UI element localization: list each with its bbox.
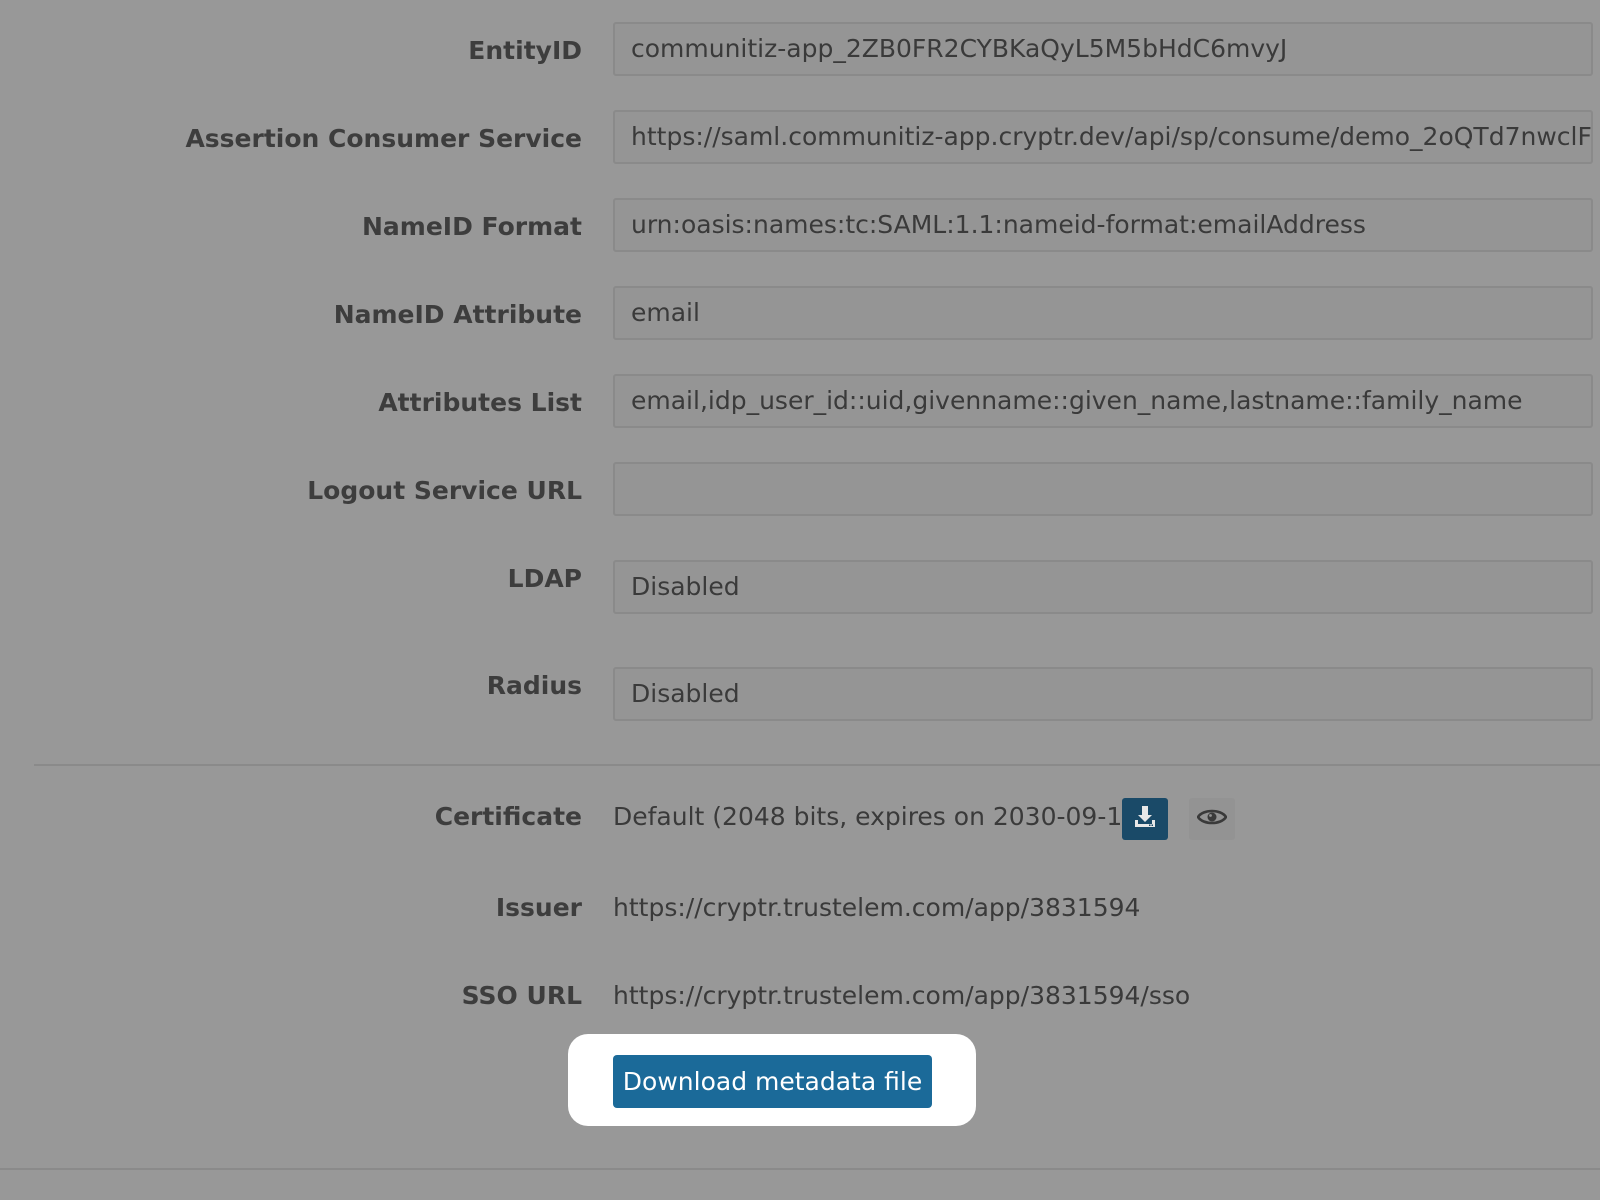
logout-service-url-field[interactable] (613, 462, 1593, 516)
sso-url-value: https://cryptr.trustelem.com/app/3831594… (613, 981, 1191, 1010)
nameid-attribute-field[interactable]: email (613, 286, 1593, 340)
certificate-value: Default (2048 bits, expires on 2030-09-1… (613, 802, 1148, 831)
ldap-select[interactable]: Disabled (613, 560, 1593, 614)
section-divider (34, 764, 1600, 766)
sso-url-label: SSO URL (461, 981, 582, 1010)
radius-label: Radius (486, 671, 582, 700)
issuer-value: https://cryptr.trustelem.com/app/3831594 (613, 893, 1141, 922)
bottom-divider (0, 1168, 1600, 1170)
download-icon (1132, 804, 1158, 834)
radius-select[interactable]: Disabled (613, 667, 1593, 721)
certificate-download-button[interactable] (1122, 798, 1168, 840)
attributes-list-label: Attributes List (378, 388, 582, 417)
nameid-format-label: NameID Format (362, 212, 582, 241)
nameid-attribute-label: NameID Attribute (333, 300, 582, 329)
assertion-consumer-service-field[interactable]: https://saml.communitiz-app.cryptr.dev/a… (613, 110, 1593, 164)
certificate-view-button[interactable] (1189, 798, 1235, 840)
attributes-list-field[interactable]: email,idp_user_id::uid,givenname::given_… (613, 374, 1593, 428)
logout-service-url-label: Logout Service URL (307, 476, 582, 505)
entity-id-field[interactable]: communitiz-app_2ZB0FR2CYBKaQyL5M5bHdC6mv… (613, 22, 1593, 76)
issuer-label: Issuer (495, 893, 582, 922)
entity-id-label: EntityID (468, 36, 582, 65)
assertion-consumer-service-label: Assertion Consumer Service (185, 124, 582, 153)
certificate-label: Certificate (434, 802, 582, 831)
eye-icon (1196, 807, 1228, 831)
ldap-label: LDAP (507, 564, 582, 593)
nameid-format-field[interactable]: urn:oasis:names:tc:SAML:1.1:nameid-forma… (613, 198, 1593, 252)
download-metadata-button[interactable]: Download metadata file (613, 1055, 932, 1108)
